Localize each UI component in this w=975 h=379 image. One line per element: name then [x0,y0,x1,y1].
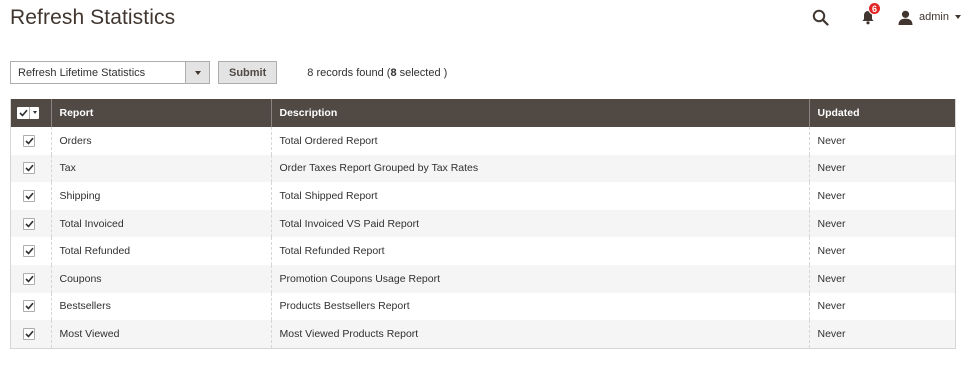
updated-cell: Never [808,154,955,183]
row-checkbox-cell [11,265,51,293]
row-checkbox[interactable] [23,162,35,175]
row-checkbox[interactable] [23,245,35,258]
report-cell: Total Refunded [50,237,271,265]
report-cell: Shipping [50,182,271,210]
search-icon [812,9,829,26]
table-row: Coupons Promotion Coupons Usage Report Nev… [11,264,955,293]
chevron-down-icon [32,111,37,114]
report-cell: Most Viewed [50,320,271,348]
description-cell: Products Bestsellers Report [270,292,809,321]
user-name: admin [919,11,949,23]
updated-cell: Never [808,264,955,293]
checkmark-icon [24,192,34,200]
report-cell: Tax [50,154,271,183]
table-row: Most Viewed Most Viewed Products Report Ne… [11,320,955,348]
checkmark-icon [18,109,28,117]
row-checkbox-cell [11,127,51,155]
table-row: Orders Total Ordered Report Never [11,127,955,155]
mass-select-dropdown[interactable] [29,106,39,119]
search-button[interactable] [810,7,830,27]
row-checkbox[interactable] [23,217,35,230]
select-arrow[interactable] [185,62,209,83]
checkmark-icon [24,165,34,173]
column-header-description[interactable]: Description [270,99,809,127]
description-cell: Order Taxes Report Grouped by Tax Rates [270,154,809,183]
checkmark-icon [24,247,34,255]
row-checkbox[interactable] [23,272,35,285]
checkmark-icon [24,303,34,311]
updated-cell: Never [808,209,955,238]
notifications-button[interactable]: 6 [858,2,882,27]
row-checkbox-cell [11,155,51,183]
statistics-grid: Report Description Updated Orders Total O… [10,99,956,349]
description-cell: Promotion Coupons Usage Report [270,264,809,293]
table-body: Orders Total Ordered Report Never Tax Order… [11,127,955,348]
report-cell: Coupons [50,264,271,293]
row-checkbox[interactable] [23,327,35,340]
table-row: Tax Order Taxes Report Grouped by Tax Rat… [11,154,955,183]
table-row: Total Invoiced Total Invoiced VS Paid Rep… [11,209,955,238]
notification-count-badge: 6 [868,2,882,15]
action-select-value: Refresh Lifetime Statistics [18,66,146,79]
description-cell: Total Invoiced VS Paid Report [270,209,809,238]
checkmark-icon [24,220,34,228]
row-checkbox[interactable] [23,300,35,313]
user-icon [898,10,913,25]
table-row: Total Refunded Total Refunded Report Never [11,237,955,265]
checkmark-icon [24,137,34,145]
chevron-down-icon [194,70,201,75]
row-checkbox-cell [11,210,51,238]
updated-cell: Never [808,320,955,348]
row-checkbox[interactable] [23,189,35,202]
submit-button[interactable]: Submit [218,61,278,84]
mass-select-checkbox[interactable] [17,107,29,119]
table-row: Bestsellers Products Bestsellers Report Ne… [11,292,955,321]
mass-select-control[interactable] [17,106,39,119]
table-header-row: Report Description Updated [11,99,955,127]
checkmark-icon [24,330,34,338]
row-checkbox-cell [11,237,51,265]
action-select[interactable]: Refresh Lifetime Statistics [10,61,210,84]
report-cell: Bestsellers [50,292,271,321]
records-suffix: selected ) [396,66,448,79]
row-checkbox-cell [11,182,51,210]
records-prefix: 8 records found ( [307,66,391,79]
description-cell: Most Viewed Products Report [270,320,809,348]
description-cell: Total Shipped Report [270,182,809,210]
actions-bar: Refresh Lifetime Statistics Submit 8 rec… [10,61,447,84]
chevron-down-icon [955,15,961,19]
report-cell: Orders [50,127,271,155]
description-cell: Total Ordered Report [270,127,809,155]
user-menu[interactable]: admin [898,10,961,25]
updated-cell: Never [808,292,955,321]
report-cell: Total Invoiced [50,209,271,238]
column-header-report[interactable]: Report [50,99,271,127]
updated-cell: Never [808,182,955,210]
table-row: Shipping Total Shipped Report Never [11,182,955,210]
page-title: Refresh Statistics [10,6,176,29]
checkmark-icon [24,275,34,283]
statistics-table: Report Description Updated Orders Total O… [11,99,955,348]
updated-cell: Never [808,127,955,155]
row-checkbox-cell [11,320,51,348]
updated-cell: Never [808,237,955,265]
mass-select-header [11,99,51,127]
row-checkbox-cell [11,293,51,321]
header-actions: 6 admin [810,2,961,28]
column-header-updated[interactable]: Updated [808,99,955,127]
row-checkbox[interactable] [23,134,35,147]
description-cell: Total Refunded Report [270,237,809,265]
records-found-text: 8 records found (8 selected ) [307,67,447,79]
